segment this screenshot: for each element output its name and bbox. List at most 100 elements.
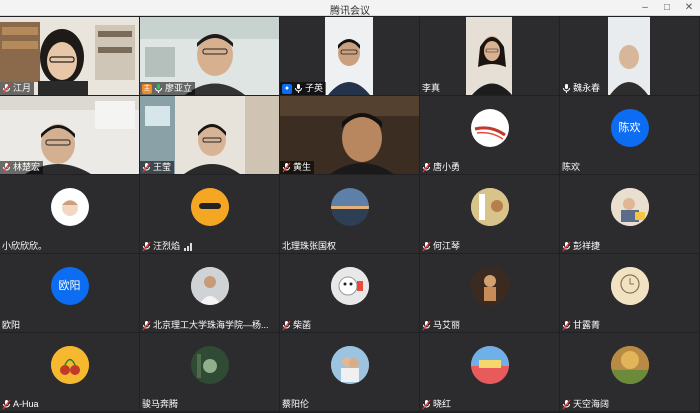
participant-name: 王莹 xyxy=(153,162,172,172)
mic-muted-icon xyxy=(562,320,571,331)
mic-muted-icon xyxy=(2,83,11,94)
participant-tile[interactable]: 何江琴 xyxy=(420,175,559,253)
participant-name: 骏马奔腾 xyxy=(142,399,179,409)
name-label: 小欣欣欣。 xyxy=(0,240,50,253)
mic-muted-icon xyxy=(422,399,431,410)
participant-name: 陈欢 xyxy=(562,162,581,172)
participant-tile[interactable]: 柴菡 xyxy=(280,254,419,332)
participant-tile[interactable]: 林楚宏 xyxy=(0,96,139,174)
mic-muted-icon xyxy=(2,162,11,173)
participant-tile[interactable]: 小欣欣欣。 xyxy=(0,175,139,253)
name-label: 马艾丽 xyxy=(420,319,463,332)
participant-name: 唐小勇 xyxy=(433,162,461,172)
participant-name: 北京理工大学珠海学院—杨... xyxy=(153,320,269,330)
participant-tile[interactable]: 彭祥捷 xyxy=(560,175,699,253)
avatar xyxy=(610,267,649,305)
name-label: 汪烈焰 xyxy=(140,240,195,253)
name-label: 唐小勇 xyxy=(420,161,463,174)
avatar xyxy=(470,267,509,305)
participant-name: 江月 xyxy=(13,83,32,93)
avatar xyxy=(470,188,509,226)
mic-on-icon xyxy=(154,83,163,94)
minimize-button[interactable]: – xyxy=(638,1,652,14)
mic-muted-icon xyxy=(422,241,431,252)
participant-tile[interactable]: 王莹 xyxy=(140,96,279,174)
participant-name: 林楚宏 xyxy=(13,162,41,172)
avatar: 欧阳 xyxy=(50,267,89,305)
name-label: 欧阳 xyxy=(0,319,23,332)
participant-name: 晓红 xyxy=(433,399,452,409)
participant-tile[interactable]: 骏马奔腾 xyxy=(140,333,279,411)
participant-name: 北理珠张国权 xyxy=(282,241,337,251)
participant-tile[interactable]: 黄生 xyxy=(280,96,419,174)
mic-muted-icon xyxy=(2,399,11,410)
participant-name: 何江琴 xyxy=(433,241,461,251)
close-button[interactable]: ✕ xyxy=(682,1,696,14)
cohost-icon: ● xyxy=(282,83,292,94)
participant-tile[interactable]: 唐小勇 xyxy=(420,96,559,174)
participant-tile[interactable]: 北京理工大学珠海学院—杨... xyxy=(140,254,279,332)
mic-muted-icon xyxy=(562,399,571,410)
avatar xyxy=(50,188,89,226)
participant-tile[interactable]: 晓红 xyxy=(420,333,559,411)
participant-name: 李真 xyxy=(422,83,441,93)
name-label: 陈欢 xyxy=(560,161,583,174)
mic-on-icon xyxy=(562,83,571,94)
avatar xyxy=(330,346,369,384)
name-label: 林楚宏 xyxy=(0,161,44,174)
participant-name: 甘露菁 xyxy=(573,320,601,330)
participant-tile[interactable]: 江月 xyxy=(0,17,139,95)
avatar xyxy=(470,346,509,384)
video-grid: 江月 主 廖亚立 ● 子英 李真 魏永春 林楚宏 王莹 黄生 唐小勇 陈欢 陈欢… xyxy=(0,17,700,413)
participant-tile[interactable]: 魏永春 xyxy=(560,17,699,95)
avatar xyxy=(470,109,509,147)
participant-tile[interactable]: 蔡阳伦 xyxy=(280,333,419,411)
participant-name: A-Hua xyxy=(13,399,39,409)
avatar: 陈欢 xyxy=(610,109,649,147)
mic-muted-icon xyxy=(142,241,151,252)
host-icon: 主 xyxy=(142,83,152,94)
participant-tile[interactable]: 欧阳 欧阳 xyxy=(0,254,139,332)
avatar xyxy=(330,267,369,305)
participant-name: 柴菡 xyxy=(293,320,312,330)
name-label: 李真 xyxy=(420,82,443,95)
name-label: A-Hua xyxy=(0,398,42,411)
window-title: 腾讯会议 xyxy=(330,6,370,17)
participant-name: 魏永春 xyxy=(573,83,601,93)
participant-tile[interactable]: A-Hua xyxy=(0,333,139,411)
participant-tile[interactable]: 李真 xyxy=(420,17,559,95)
participant-name: 子英 xyxy=(305,83,324,93)
name-label: 主 廖亚立 xyxy=(140,82,196,95)
mic-muted-icon xyxy=(282,162,291,173)
participant-tile[interactable]: 天空海阔 xyxy=(560,333,699,411)
participant-name: 小欣欣欣。 xyxy=(2,241,48,251)
name-label: 柴菡 xyxy=(280,319,314,332)
mic-muted-icon xyxy=(282,320,291,331)
name-label: 江月 xyxy=(0,82,35,95)
participant-tile[interactable]: 北理珠张国权 xyxy=(280,175,419,253)
participant-tile[interactable]: 主 廖亚立 xyxy=(140,17,279,95)
participant-tile[interactable]: ● 子英 xyxy=(280,17,419,95)
name-label: 天空海阔 xyxy=(560,398,612,411)
avatar xyxy=(50,346,89,384)
participant-tile[interactable]: 甘露菁 xyxy=(560,254,699,332)
avatar xyxy=(610,188,649,226)
mic-muted-icon xyxy=(142,320,151,331)
mic-muted-icon xyxy=(142,162,151,173)
participant-name: 天空海阔 xyxy=(573,399,610,409)
signal-icon xyxy=(184,242,193,251)
name-label: ● 子英 xyxy=(280,82,327,95)
participant-name: 汪烈焰 xyxy=(153,241,181,251)
name-label: 蔡阳伦 xyxy=(280,398,312,411)
participant-name: 蔡阳伦 xyxy=(282,399,310,409)
maximize-button[interactable]: □ xyxy=(660,1,674,14)
participant-tile[interactable]: 马艾丽 xyxy=(420,254,559,332)
name-label: 北理珠张国权 xyxy=(280,240,339,253)
name-label: 王莹 xyxy=(140,161,175,174)
name-label: 魏永春 xyxy=(560,82,603,95)
avatar xyxy=(190,346,229,384)
participant-name: 马艾丽 xyxy=(433,320,461,330)
participant-tile[interactable]: 汪烈焰 xyxy=(140,175,279,253)
mic-muted-icon xyxy=(562,241,571,252)
participant-tile[interactable]: 陈欢 陈欢 xyxy=(560,96,699,174)
